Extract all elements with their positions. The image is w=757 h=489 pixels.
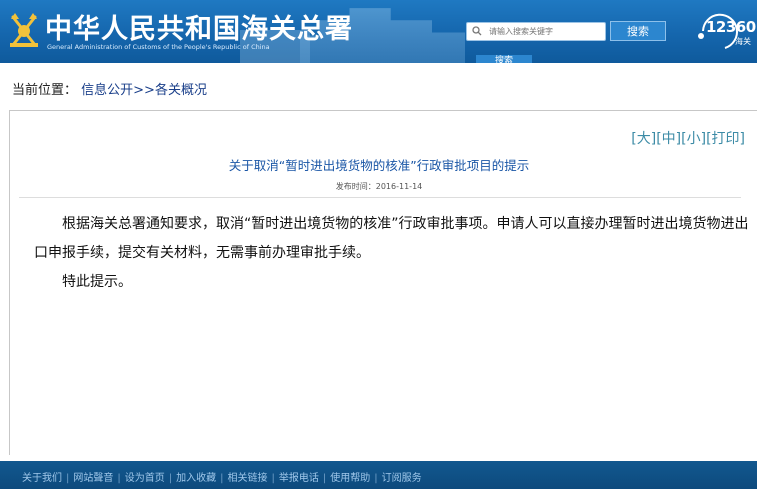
footer-link-report[interactable]: 举报电话 (279, 473, 319, 484)
footer-link-about[interactable]: 关于我们 (22, 473, 62, 484)
footer-links: 关于我们 | 网站聲音 | 设为首页 | 加入收藏 | 相关链接 | 举报电话 | 使用帮助 | 订阅服务 (22, 469, 422, 484)
footer-separator: | (374, 473, 378, 484)
breadcrumb-prefix: 当前位置： (12, 83, 78, 98)
print-button[interactable]: [打印] (706, 131, 745, 147)
customs-emblem-icon (10, 13, 38, 47)
footer-separator: | (117, 473, 121, 484)
article-title: 关于取消“暂时进出境货物的核准”行政审批项目的提示 (228, 158, 530, 173)
font-size-tools: [大][中][小][打印] (631, 128, 745, 148)
footer-separator: | (168, 473, 173, 484)
font-small-button[interactable]: [小] (681, 131, 706, 147)
hotline-label: 海关 (735, 37, 751, 46)
search-input[interactable] (489, 24, 601, 39)
breadcrumb: 当前位置： 信息公开>>各关概况 (12, 79, 207, 98)
content-panel: [大][中][小][打印] 关于取消“暂时进出境货物的核准”行政审批项目的提示 … (9, 110, 757, 455)
footer-link-help[interactable]: 使用帮助 (330, 473, 370, 484)
search-button[interactable]: 搜索 (610, 21, 666, 41)
nav-tab-fragment[interactable]: 搜索 (476, 55, 532, 63)
footer-separator: | (322, 473, 327, 484)
publish-label: 发布时间： (335, 182, 376, 191)
article-body: 根据海关总署通知要求，取消“暂时进出境货物的核准”行政审批事项。申请人可以直接办… (34, 210, 752, 297)
font-medium-button[interactable]: [中] (656, 131, 681, 147)
site-subtitle: General Administration of Customs of the… (47, 43, 270, 51)
footer-link-related[interactable]: 相关链接 (228, 473, 268, 484)
body-paragraph: 根据海关总署通知要求，取消“暂时进出境货物的核准”行政审批事项。申请人可以直接办… (34, 216, 749, 261)
publish-info: 发布时间：2016-11-14 (10, 181, 748, 192)
site-footer: 关于我们 | 网站聲音 | 设为首页 | 加入收藏 | 相关链接 | 举报电话 | 使用帮助 | 订阅服务 (0, 461, 757, 489)
search-box[interactable] (466, 22, 606, 41)
footer-separator: | (220, 473, 224, 484)
hotline-number: 12360 (706, 18, 756, 36)
footer-separator: | (66, 473, 70, 484)
footer-link-favorite[interactable]: 加入收藏 (176, 473, 216, 484)
footer-separator: | (271, 473, 275, 484)
search-icon (472, 26, 482, 36)
footer-link-subscribe[interactable]: 订阅服务 (382, 473, 422, 484)
publish-date: 2016-11-14 (375, 182, 423, 191)
footer-link-feedback[interactable]: 网站聲音 (73, 473, 113, 484)
font-large-button[interactable]: [大] (631, 131, 656, 147)
title-divider (19, 197, 741, 198)
breadcrumb-path[interactable]: 信息公开>>各关概况 (81, 83, 207, 98)
body-paragraph: 特此提示。 (62, 274, 132, 290)
site-title[interactable]: 中华人民共和国海关总署 (45, 7, 353, 46)
footer-link-homepage[interactable]: 设为首页 (125, 473, 165, 484)
site-header: 中华人民共和国海关总署 General Administration of Cu… (0, 0, 757, 63)
